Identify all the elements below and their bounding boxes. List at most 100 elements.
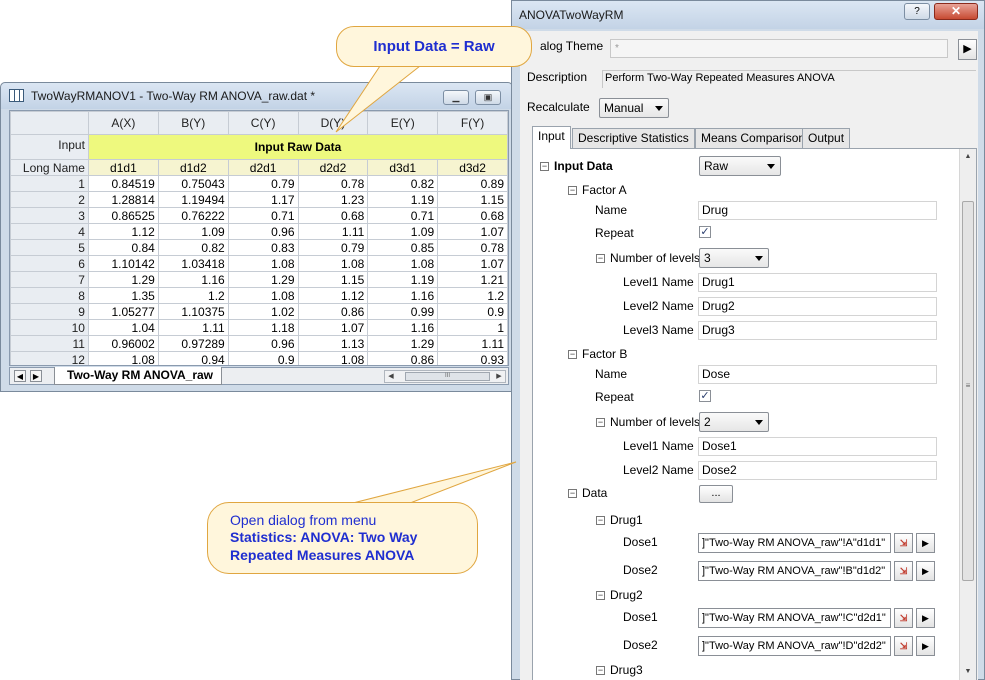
- data-cell[interactable]: 1.04: [87, 319, 159, 336]
- data-cell[interactable]: 0.85: [367, 239, 439, 256]
- data-cell[interactable]: 1.11: [297, 223, 369, 240]
- collapse-icon[interactable]: −: [568, 186, 577, 195]
- data-cell[interactable]: 0.71: [367, 207, 439, 224]
- data-cell[interactable]: 0.97289: [157, 335, 229, 352]
- data-cell[interactable]: 1.11: [437, 335, 508, 352]
- column-header[interactable]: E(Y): [367, 111, 439, 135]
- collapse-icon[interactable]: −: [568, 489, 577, 498]
- factor-a-level1-field[interactable]: Drug1: [698, 273, 937, 292]
- row-number[interactable]: 5: [10, 239, 89, 256]
- data-cell[interactable]: 0.82: [157, 239, 229, 256]
- data-cell[interactable]: 1.09: [157, 223, 229, 240]
- data-cell[interactable]: 0.84519: [87, 175, 159, 192]
- data-cell[interactable]: 0.78: [437, 239, 508, 256]
- data-cell[interactable]: 1.21: [437, 271, 508, 288]
- table-row[interactable]: 1 0.84519 0.75043 0.79 0.78 0.82 0.89: [10, 175, 508, 192]
- tab-output[interactable]: Output: [802, 128, 851, 148]
- data-cell[interactable]: 0.99: [367, 303, 439, 320]
- range-picker-button[interactable]: ⇲: [894, 608, 913, 628]
- scroll-thumb[interactable]: III: [405, 372, 490, 381]
- data-cell[interactable]: 1.2: [437, 287, 508, 304]
- collapse-icon[interactable]: −: [596, 254, 605, 263]
- theme-field[interactable]: *: [610, 39, 948, 58]
- maximize-button[interactable]: ▣: [475, 90, 501, 105]
- factor-b-name-field[interactable]: Dose: [698, 365, 937, 384]
- data-cell[interactable]: 1.13: [297, 335, 369, 352]
- theme-menu-button[interactable]: ▶: [958, 39, 977, 60]
- scroll-thumb[interactable]: ≡: [962, 201, 974, 581]
- range-picker-button[interactable]: ⇲: [894, 636, 913, 656]
- table-row[interactable]: 6 1.10142 1.03418 1.08 1.08 1.08 1.07: [10, 255, 508, 272]
- range-menu-button[interactable]: ▶: [916, 608, 935, 628]
- data-cell[interactable]: 0.82: [367, 175, 439, 192]
- factor-a-level3-field[interactable]: Drug3: [698, 321, 937, 340]
- close-button[interactable]: ✕: [934, 3, 978, 20]
- table-row[interactable]: 11 0.96002 0.97289 0.96 1.13 1.29 1.11: [10, 335, 508, 352]
- range-picker-button[interactable]: ⇲: [894, 533, 913, 553]
- collapse-icon[interactable]: −: [596, 516, 605, 525]
- data-cell[interactable]: 0.75043: [157, 175, 229, 192]
- data-cell[interactable]: 1.19: [367, 271, 439, 288]
- input-data-select[interactable]: Raw: [699, 156, 781, 176]
- data-cell[interactable]: 1.07: [297, 319, 369, 336]
- sheet-tab[interactable]: Two-Way RM ANOVA_raw: [54, 367, 223, 385]
- data-cell[interactable]: 0.68: [297, 207, 369, 224]
- data-cell[interactable]: 1.15: [297, 271, 369, 288]
- input-annotation-cell[interactable]: Input Raw Data: [87, 134, 508, 160]
- tab-input[interactable]: Input: [532, 126, 571, 149]
- row-number[interactable]: 11: [10, 335, 89, 352]
- factor-b-levels-select[interactable]: 2: [699, 412, 769, 432]
- data-cell[interactable]: 0.86: [297, 303, 369, 320]
- data-cell[interactable]: 0.94: [157, 351, 229, 365]
- data-cell[interactable]: 0.9: [437, 303, 508, 320]
- data-cell[interactable]: 1: [437, 319, 508, 336]
- column-header[interactable]: A(X): [87, 111, 159, 135]
- data-cell[interactable]: 0.84: [87, 239, 159, 256]
- data-cell[interactable]: 1.19494: [157, 191, 229, 208]
- data-cell[interactable]: 1.05277: [87, 303, 159, 320]
- table-row[interactable]: 7 1.29 1.16 1.29 1.15 1.19 1.21: [10, 271, 508, 288]
- drug2-dose1-range[interactable]: ]"Two-Way RM ANOVA_raw"!C"d2d1": [698, 608, 891, 628]
- worksheet-titlebar[interactable]: TwoWayRMANOV1 - Two-Way RM ANOVA_raw.dat…: [1, 83, 512, 109]
- scroll-right-icon[interactable]: ▶: [493, 371, 505, 382]
- range-menu-button[interactable]: ▶: [916, 636, 935, 656]
- data-cell[interactable]: 1.10142: [87, 255, 159, 272]
- table-row[interactable]: 3 0.86525 0.76222 0.71 0.68 0.71 0.68: [10, 207, 508, 224]
- collapse-icon[interactable]: −: [596, 591, 605, 600]
- data-cell[interactable]: 0.96: [227, 335, 299, 352]
- row-number[interactable]: 8: [10, 287, 89, 304]
- data-cell[interactable]: 1.12: [87, 223, 159, 240]
- data-cell[interactable]: 1.12: [297, 287, 369, 304]
- data-cell[interactable]: 1.35: [87, 287, 159, 304]
- data-cell[interactable]: 1.08: [297, 255, 369, 272]
- range-picker-button[interactable]: ⇲: [894, 561, 913, 581]
- drug2-dose2-range[interactable]: ]"Two-Way RM ANOVA_raw"!D"d2d2": [698, 636, 891, 656]
- data-cell[interactable]: 0.86525: [87, 207, 159, 224]
- table-row[interactable]: 5 0.84 0.82 0.83 0.79 0.85 0.78: [10, 239, 508, 256]
- data-cell[interactable]: 0.93: [437, 351, 508, 365]
- row-number[interactable]: 7: [10, 271, 89, 288]
- data-cell[interactable]: 0.89: [437, 175, 508, 192]
- data-cell[interactable]: 0.96: [227, 223, 299, 240]
- minimize-button[interactable]: ▁: [443, 90, 469, 105]
- data-cell[interactable]: 0.76222: [157, 207, 229, 224]
- data-cell[interactable]: 0.79: [297, 239, 369, 256]
- data-cell[interactable]: 0.96002: [87, 335, 159, 352]
- row-number[interactable]: 3: [10, 207, 89, 224]
- data-cell[interactable]: 0.86: [367, 351, 439, 365]
- data-cell[interactable]: 1.17: [227, 191, 299, 208]
- scroll-up-icon[interactable]: ▲: [960, 149, 976, 165]
- data-cell[interactable]: 1.09: [367, 223, 439, 240]
- recalculate-select[interactable]: Manual: [599, 98, 669, 118]
- dialog-titlebar[interactable]: ANOVATwoWayRM ? ✕: [512, 1, 984, 29]
- data-cell[interactable]: 1.10375: [157, 303, 229, 320]
- data-cell[interactable]: 0.79: [227, 175, 299, 192]
- vertical-scrollbar[interactable]: ▲ ≡ ▼: [959, 149, 976, 680]
- factor-b-level2-field[interactable]: Dose2: [698, 461, 937, 480]
- row-number[interactable]: 1: [10, 175, 89, 192]
- table-row[interactable]: 9 1.05277 1.10375 1.02 0.86 0.99 0.9: [10, 303, 508, 320]
- collapse-icon[interactable]: −: [596, 418, 605, 427]
- table-row[interactable]: 12 1.08 0.94 0.9 1.08 0.86 0.93: [10, 351, 508, 365]
- corner-cell[interactable]: [10, 111, 89, 135]
- data-cell[interactable]: 0.68: [437, 207, 508, 224]
